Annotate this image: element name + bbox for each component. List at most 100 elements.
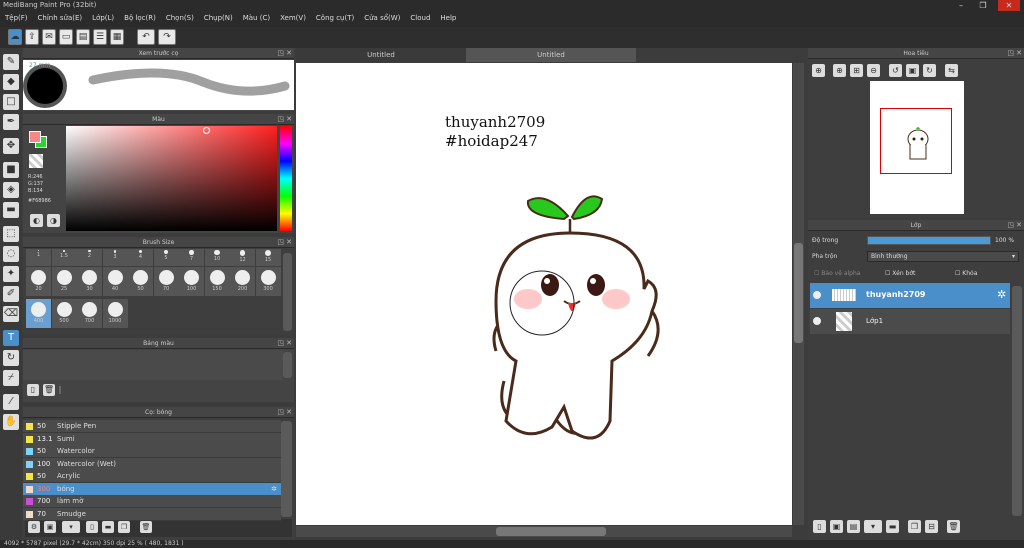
protect-alpha-option[interactable]: ☐ Bảo vệ alpha xyxy=(814,270,860,277)
page-icon[interactable]: ▤ xyxy=(76,29,90,45)
rotate-left-icon[interactable]: ↺ xyxy=(889,64,902,77)
brush-size-1000[interactable]: 1000 xyxy=(102,299,128,328)
saturation-value-picker[interactable] xyxy=(66,126,277,231)
hand-icon[interactable]: ✋ xyxy=(3,414,19,430)
chat-icon[interactable]: ▭ xyxy=(59,29,73,45)
color-picker-cursor[interactable] xyxy=(203,127,210,134)
lock-option[interactable]: ☐ Khóa xyxy=(955,270,977,277)
transparent-swatch[interactable] xyxy=(29,154,43,168)
folder-icon[interactable]: ▬ xyxy=(102,521,114,533)
undock-icon[interactable]: ◳ xyxy=(277,114,284,125)
close-panel-icon[interactable]: ✕ xyxy=(286,237,292,248)
brush-size-1.5[interactable]: 1.5 xyxy=(51,249,77,266)
brush-size-300[interactable]: 300 xyxy=(255,267,281,296)
zoom-in-icon[interactable]: ⊕ xyxy=(812,64,825,77)
tab-untitled-2[interactable]: Untitled xyxy=(466,48,636,62)
navigator-thumbnail[interactable] xyxy=(870,81,964,214)
new-color-layer-icon[interactable]: ▣ xyxy=(830,520,843,533)
tab-untitled-1[interactable]: Untitled xyxy=(296,48,466,62)
canvas-vertical-scrollbar[interactable] xyxy=(793,63,804,525)
horizontal-scroll-thumb[interactable] xyxy=(496,527,606,536)
brush-size-400[interactable]: 400 xyxy=(26,299,51,328)
restore-icon[interactable]: ❐ xyxy=(974,0,992,11)
brush-row[interactable]: 300 bóng ✲ xyxy=(23,482,281,496)
gradient-icon[interactable]: ▬ xyxy=(3,202,19,218)
brush-icon[interactable]: ✎ xyxy=(3,54,19,70)
delete-layer-icon[interactable]: 🗑 xyxy=(947,520,960,533)
reset-view-icon[interactable]: ▣ xyxy=(906,64,919,77)
brush-row[interactable]: 70 Smudge xyxy=(23,507,281,521)
foreground-color-swatch[interactable] xyxy=(29,131,41,143)
fit-icon[interactable]: ⊞ xyxy=(850,64,863,77)
brush-size-4[interactable]: 4 xyxy=(128,249,153,266)
close-panel-icon[interactable]: ✕ xyxy=(1016,220,1022,231)
move-icon[interactable]: ✥ xyxy=(3,138,19,154)
add-brush-icon[interactable]: ▣ xyxy=(44,521,56,533)
brush-row[interactable]: 13.1 Sumi xyxy=(23,432,281,446)
brush-row[interactable]: 700 làm mờ xyxy=(23,495,281,508)
layer-name[interactable]: Lớp1 xyxy=(866,317,883,325)
brush-size-50[interactable]: 50 xyxy=(128,267,153,296)
brush-row[interactable]: 50 Stipple Pen xyxy=(23,420,281,433)
merge-layer-icon[interactable]: ⊟ xyxy=(925,520,938,533)
brush-size-100[interactable]: 100 xyxy=(179,267,204,296)
close-panel-icon[interactable]: ✕ xyxy=(286,338,292,349)
share-icon[interactable]: ⇪ xyxy=(25,29,39,45)
delete-palette-icon[interactable]: 🗑 xyxy=(43,384,55,396)
close-panel-icon[interactable]: ✕ xyxy=(286,407,292,418)
grid-icon[interactable]: ▦ xyxy=(110,29,124,45)
drawing-canvas[interactable]: thuyanh2709 #hoidap247 xyxy=(296,63,792,525)
cloud-icon[interactable]: ☁ xyxy=(8,29,22,45)
menu-cloud[interactable]: Cloud xyxy=(405,12,435,22)
fill-rect-icon[interactable]: ■ xyxy=(3,162,19,178)
undo-icon[interactable]: ↶ xyxy=(137,29,155,45)
blend-mode-select[interactable]: Bình thường ▾ xyxy=(867,251,1019,262)
brush-size-30[interactable]: 30 xyxy=(77,267,102,296)
new-halftone-layer-icon[interactable]: ▤ xyxy=(847,520,860,533)
canvas-horizontal-scrollbar[interactable] xyxy=(296,526,792,537)
brush-row[interactable]: 50 Acrylic xyxy=(23,470,281,483)
brush-size-500[interactable]: 500 xyxy=(51,299,77,328)
duplicate-icon[interactable]: ❐ xyxy=(118,521,130,533)
minimize-icon[interactable]: – xyxy=(952,0,970,11)
layer-name[interactable]: thuyanh2709 xyxy=(866,290,925,299)
layers-scrollbar[interactable] xyxy=(1012,286,1022,516)
brush-size-5[interactable]: 5 xyxy=(153,249,179,266)
brush-settings-icon[interactable]: ⚙ xyxy=(28,521,40,533)
rotate-right-icon[interactable]: ↻ xyxy=(923,64,936,77)
hue-slider[interactable] xyxy=(280,126,292,231)
new-palette-icon[interactable]: ▯ xyxy=(27,384,39,396)
brush-menu-icon[interactable]: ▾ xyxy=(62,521,80,533)
brush-row[interactable]: 100 Watercolor (Wet) xyxy=(23,457,281,471)
dropper-icon[interactable]: ⁄ xyxy=(3,394,19,410)
brush-size-2[interactable]: 2 xyxy=(77,249,102,266)
visibility-icon[interactable] xyxy=(813,291,821,299)
brush-settings-icon[interactable]: ✲ xyxy=(271,483,277,495)
select-rect-icon[interactable]: ⬚ xyxy=(3,226,19,242)
close-panel-icon[interactable]: ✕ xyxy=(286,114,292,125)
close-panel-icon[interactable]: ✕ xyxy=(1016,48,1022,59)
brush-size-scrollbar[interactable] xyxy=(283,253,292,331)
bucket-icon[interactable]: ◈ xyxy=(3,182,19,198)
select-eraser-icon[interactable]: ⌫ xyxy=(3,306,19,322)
magic-wand-icon[interactable]: ✦ xyxy=(3,266,19,282)
eraser-icon[interactable]: ◆ xyxy=(3,74,19,90)
brush-size-7[interactable]: 7 xyxy=(179,249,204,266)
menu-help[interactable]: Help xyxy=(435,12,461,22)
comment-icon[interactable]: ✉ xyxy=(42,29,56,45)
layer-settings-icon[interactable]: ✲ xyxy=(997,288,1006,301)
new-folder-icon[interactable]: ▬ xyxy=(886,520,899,533)
close-panel-icon[interactable]: ✕ xyxy=(286,48,292,59)
brush-size-25[interactable]: 25 xyxy=(51,267,77,296)
undock-icon[interactable]: ◳ xyxy=(1007,48,1014,59)
menu-file[interactable]: Tệp(F) xyxy=(0,12,33,22)
zoom-out-icon[interactable]: ⊖ xyxy=(867,64,880,77)
brush-size-12[interactable]: 12 xyxy=(230,249,255,266)
color-wheel-icon[interactable]: ◐ xyxy=(30,214,43,227)
lasso-icon[interactable]: ◌ xyxy=(3,246,19,262)
visibility-icon[interactable] xyxy=(813,317,821,325)
menu-view[interactable]: Xem(V) xyxy=(275,12,311,22)
zoom-in-alt-icon[interactable]: ⊕ xyxy=(833,64,846,77)
brush-size-150[interactable]: 150 xyxy=(204,267,230,296)
delete-brush-icon[interactable]: 🗑 xyxy=(140,521,152,533)
